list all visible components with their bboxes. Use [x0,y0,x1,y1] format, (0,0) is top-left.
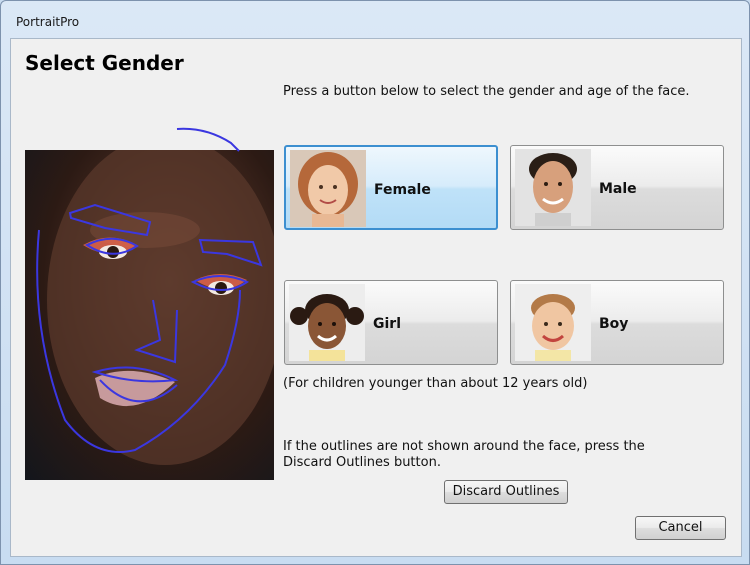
discard-outlines-button[interactable]: Discard Outlines [444,480,568,504]
cancel-button[interactable]: Cancel [635,516,726,540]
girl-label: Girl [373,316,401,332]
man-portrait-icon [515,149,591,226]
male-label: Male [599,181,637,197]
title-bar[interactable]: PortraitPro [1,1,749,37]
window-title: PortraitPro [16,15,80,29]
girl-portrait-icon [289,284,365,361]
boy-button[interactable]: Boy [510,280,724,365]
boy-label: Boy [599,316,629,332]
female-label: Female [374,182,431,198]
portraitpro-window: PortraitPro Select Gender Press a button… [0,0,750,565]
male-button[interactable]: Male [510,145,724,230]
outline-note-line-2: Discard Outlines button. [283,455,441,470]
woman-portrait-icon [290,150,366,227]
outline-note-line-1: If the outlines are not shown around the… [283,439,645,454]
children-note: (For children younger than about 12 year… [283,376,588,391]
face-photo [25,150,274,480]
female-button[interactable]: Female [284,145,498,230]
select-gender-dialog: Select Gender Press a button below to se… [10,38,742,557]
girl-button[interactable]: Girl [284,280,498,365]
page-title: Select Gender [25,51,184,75]
instructions-text: Press a button below to select the gende… [283,84,690,99]
face-outline-overlay [36,150,274,465]
boy-portrait-icon [515,284,591,361]
